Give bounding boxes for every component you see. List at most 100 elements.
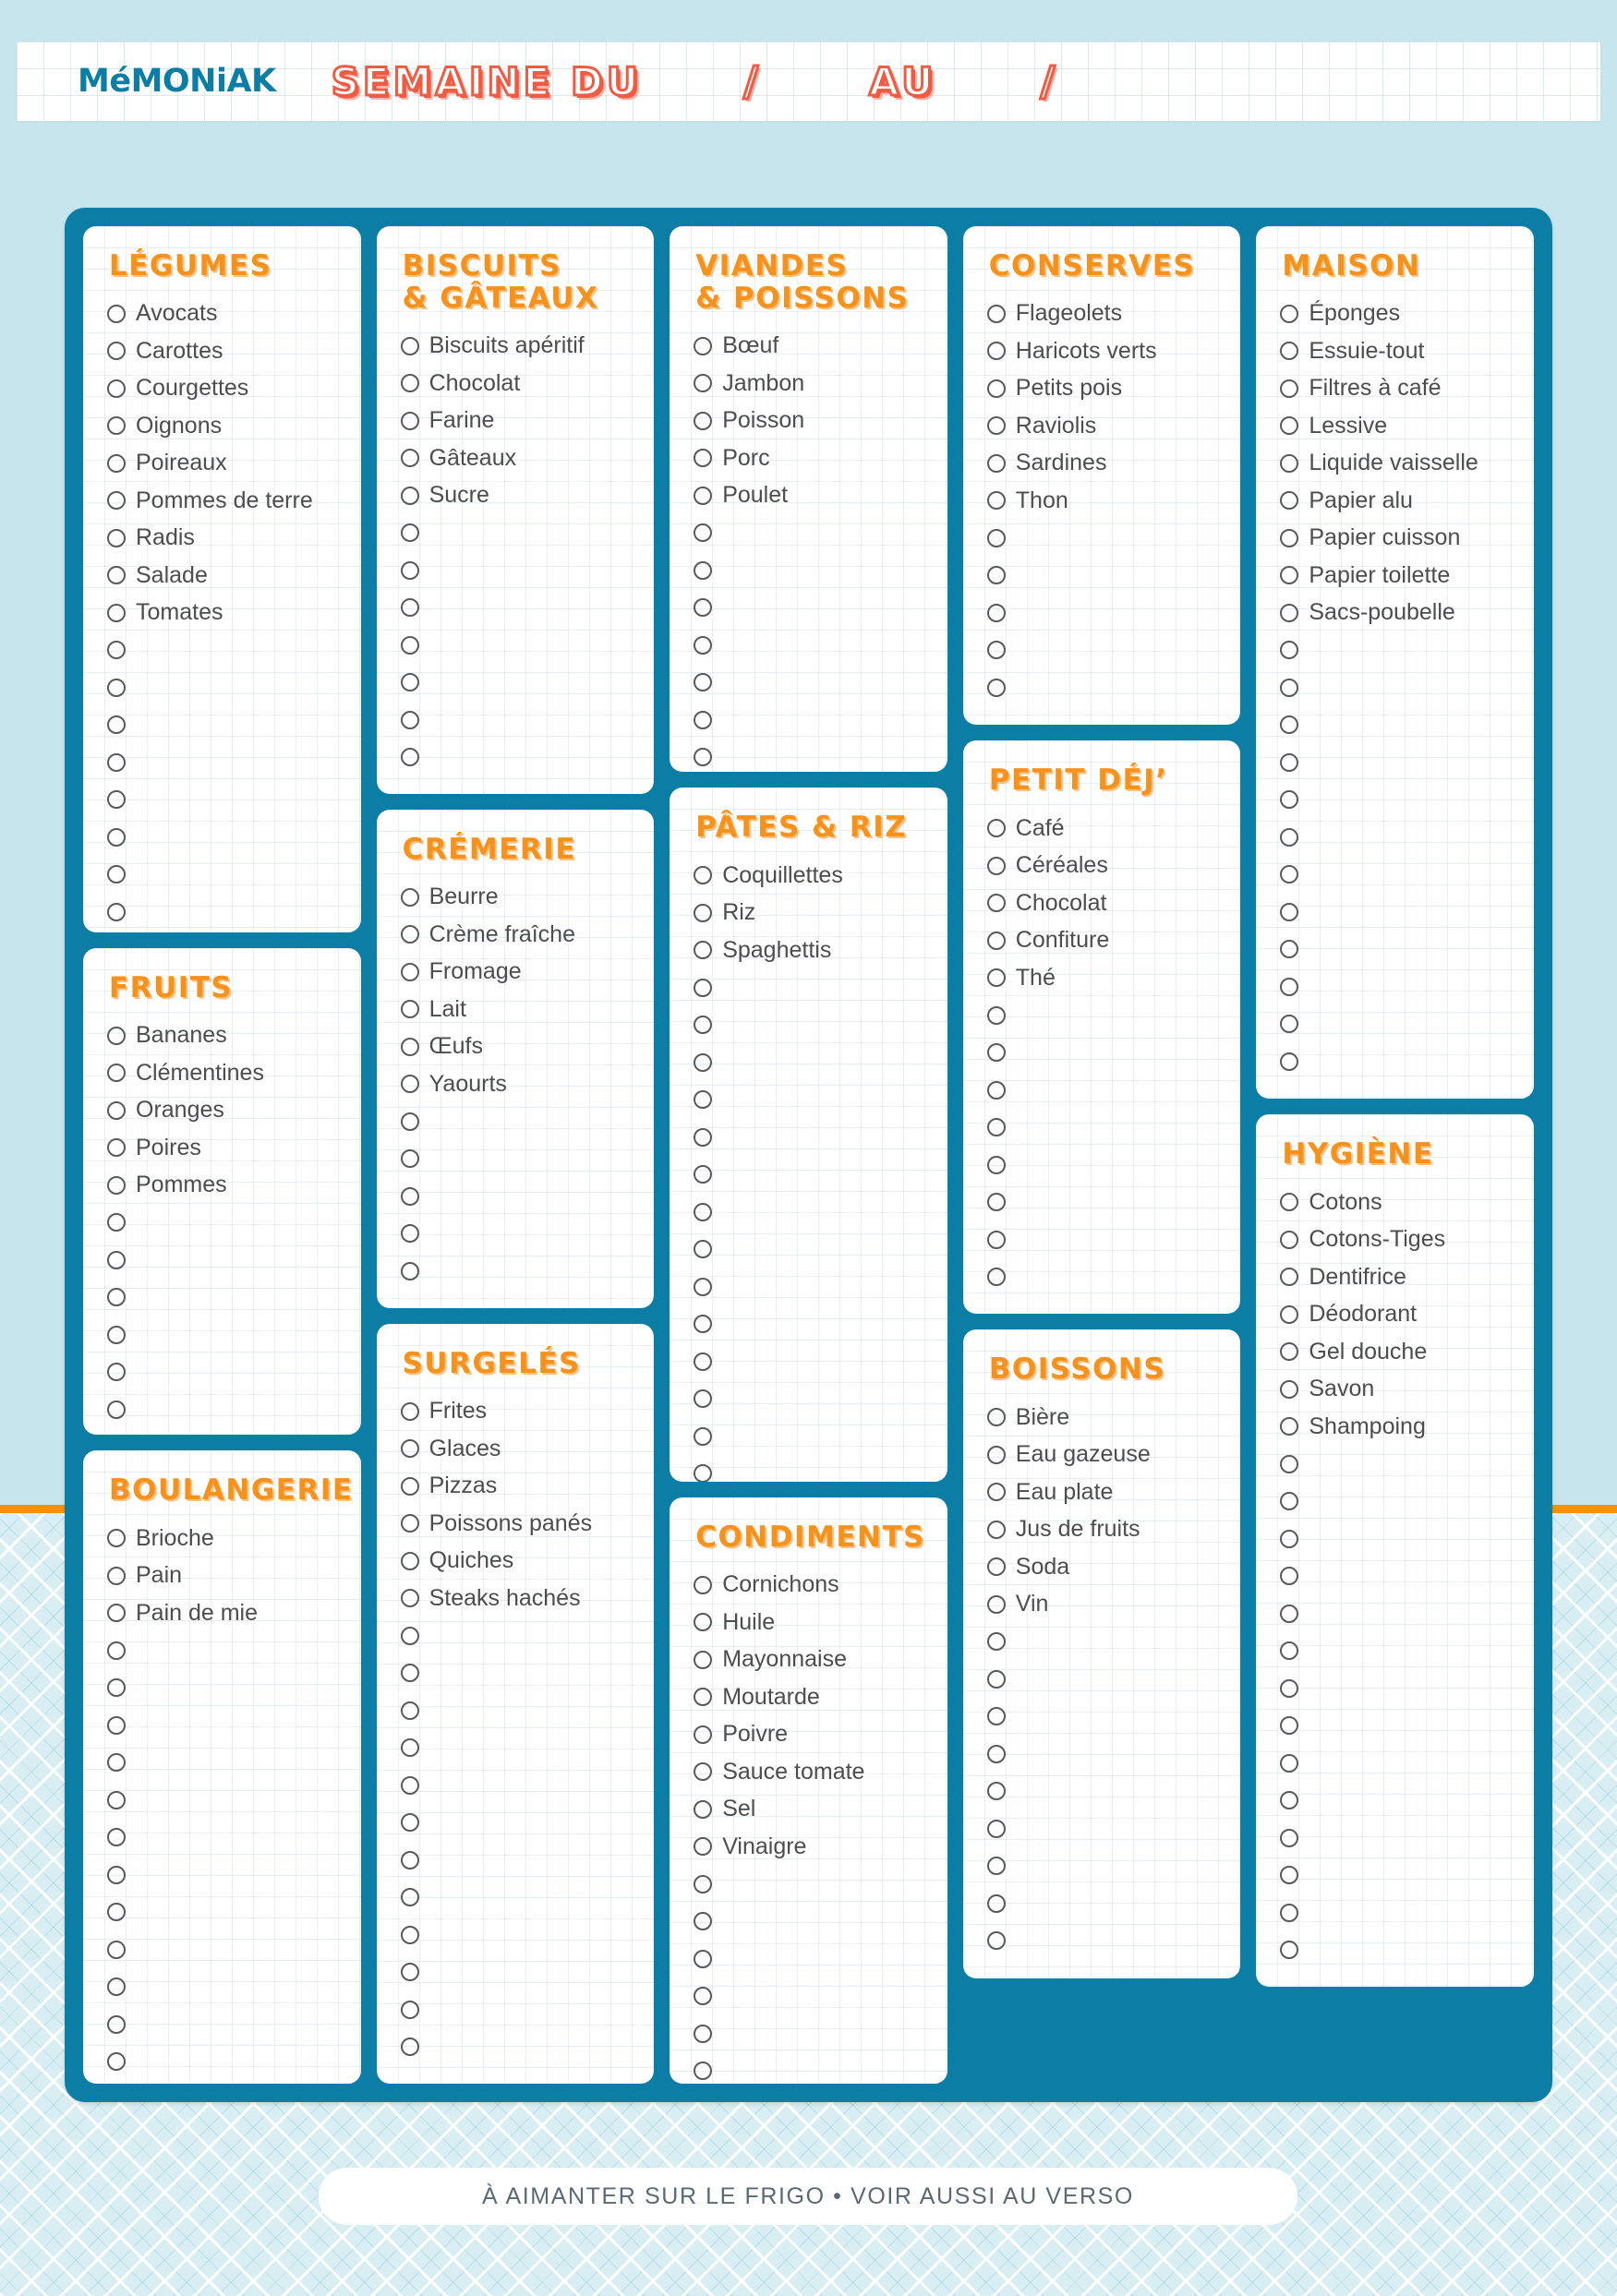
list-item[interactable]: Bière [986, 1399, 1225, 1437]
checkbox-circle-icon[interactable] [694, 748, 713, 767]
checkbox-circle-icon[interactable] [1280, 603, 1299, 622]
list-item-blank[interactable] [107, 1707, 344, 1745]
date-slash-2[interactable]: / [1039, 56, 1056, 106]
list-item-blank[interactable] [1280, 1931, 1517, 1969]
checkbox-circle-icon[interactable] [107, 2052, 126, 2072]
checkbox-circle-icon[interactable] [986, 304, 1006, 323]
checkbox-circle-icon[interactable] [400, 1476, 419, 1496]
list-item-blank[interactable] [107, 1931, 344, 1969]
list-item-blank[interactable] [400, 1917, 638, 1954]
list-item-blank[interactable] [694, 739, 931, 772]
list-item-blank[interactable] [986, 1736, 1225, 1773]
checkbox-circle-icon[interactable] [986, 1080, 1006, 1100]
checkbox-circle-icon[interactable] [1280, 453, 1299, 473]
checkbox-circle-icon[interactable] [1280, 1866, 1299, 1885]
list-item[interactable]: Huile [694, 1604, 931, 1641]
checkbox-circle-icon[interactable] [986, 1594, 1006, 1614]
list-item[interactable]: Avocats [107, 295, 344, 333]
checkbox-circle-icon[interactable] [694, 1090, 713, 1109]
list-item-blank[interactable] [694, 664, 931, 702]
list-item[interactable]: Gel douche [1280, 1333, 1517, 1371]
checkbox-circle-icon[interactable] [400, 1186, 419, 1206]
checkbox-circle-icon[interactable] [400, 1888, 419, 1907]
checkbox-circle-icon[interactable] [1280, 342, 1299, 361]
checkbox-circle-icon[interactable] [986, 566, 1006, 585]
list-item-blank[interactable] [107, 1316, 344, 1353]
checkbox-circle-icon[interactable] [986, 1669, 1006, 1689]
list-item-blank[interactable] [107, 744, 344, 782]
checkbox-circle-icon[interactable] [400, 1439, 419, 1459]
checkbox-circle-icon[interactable] [694, 978, 713, 997]
checkbox-circle-icon[interactable] [400, 2038, 419, 2057]
checkbox-circle-icon[interactable] [107, 1865, 126, 1884]
checkbox-circle-icon[interactable] [1280, 1828, 1299, 1847]
list-item[interactable]: Shampoing [1280, 1408, 1517, 1446]
list-item-blank[interactable] [1280, 1707, 1517, 1745]
checkbox-circle-icon[interactable] [400, 962, 419, 981]
list-item-blank[interactable] [986, 1885, 1225, 1923]
list-item-blank[interactable] [400, 1103, 638, 1141]
checkbox-circle-icon[interactable] [694, 1949, 713, 1968]
list-item-blank[interactable] [107, 819, 344, 857]
list-item[interactable]: Gâteaux [400, 439, 638, 477]
list-item-blank[interactable] [694, 1193, 931, 1231]
checkbox-circle-icon[interactable] [986, 1043, 1006, 1063]
list-item[interactable]: Steaks hachés [400, 1580, 638, 1617]
list-item-blank[interactable] [694, 701, 931, 739]
checkbox-circle-icon[interactable] [400, 1701, 419, 1720]
checkbox-circle-icon[interactable] [694, 1127, 713, 1147]
list-item[interactable]: Papier alu [1280, 482, 1517, 520]
list-item[interactable]: Cotons-Tiges [1280, 1220, 1517, 1258]
checkbox-circle-icon[interactable] [694, 523, 713, 543]
checkbox-circle-icon[interactable] [986, 1520, 1006, 1539]
list-item[interactable]: Carottes [107, 332, 344, 370]
list-item-blank[interactable] [694, 1940, 931, 1977]
checkbox-circle-icon[interactable] [400, 1401, 419, 1421]
checkbox-circle-icon[interactable] [986, 1707, 1006, 1726]
list-item-blank[interactable] [107, 706, 344, 744]
list-item[interactable]: Radis [107, 520, 344, 558]
list-item-blank[interactable] [107, 2043, 344, 2081]
list-item[interactable]: Sacs-poubelle [1280, 595, 1517, 632]
list-item-blank[interactable] [400, 1953, 638, 1991]
list-item-blank[interactable] [1280, 1782, 1517, 1820]
checkbox-circle-icon[interactable] [694, 1837, 713, 1857]
checkbox-circle-icon[interactable] [1280, 1716, 1299, 1736]
checkbox-circle-icon[interactable] [1280, 902, 1299, 921]
list-item[interactable]: Sel [694, 1790, 931, 1828]
checkbox-circle-icon[interactable] [986, 1193, 1006, 1212]
checkbox-circle-icon[interactable] [400, 1850, 419, 1869]
list-item-blank[interactable] [107, 1279, 344, 1316]
list-item[interactable]: Bananes [107, 1016, 344, 1054]
list-item-blank[interactable] [1280, 744, 1517, 782]
checkbox-circle-icon[interactable] [1280, 1604, 1299, 1623]
list-item-blank[interactable] [1280, 1043, 1517, 1081]
list-item[interactable]: Coquillettes [694, 857, 931, 895]
checkbox-circle-icon[interactable] [107, 453, 126, 473]
list-item[interactable]: Crème fraîche [400, 916, 638, 954]
checkbox-circle-icon[interactable] [694, 336, 713, 355]
checkbox-circle-icon[interactable] [694, 1240, 713, 1258]
checkbox-circle-icon[interactable] [400, 1775, 419, 1795]
list-item-blank[interactable] [1280, 1857, 1517, 1894]
checkbox-circle-icon[interactable] [400, 598, 419, 618]
list-item-blank[interactable] [1280, 1445, 1517, 1483]
checkbox-circle-icon[interactable] [1280, 865, 1299, 884]
list-item-blank[interactable] [1280, 706, 1517, 744]
checkbox-circle-icon[interactable] [1280, 1342, 1299, 1362]
list-item-blank[interactable] [107, 1819, 344, 1857]
checkbox-circle-icon[interactable] [986, 1230, 1006, 1249]
checkbox-circle-icon[interactable] [986, 1268, 1006, 1287]
list-item[interactable]: Jambon [694, 365, 931, 403]
list-item-blank[interactable] [400, 551, 638, 589]
list-item[interactable]: Poires [107, 1129, 344, 1167]
list-item[interactable]: Beurre [400, 879, 638, 917]
checkbox-circle-icon[interactable] [400, 1738, 419, 1758]
checkbox-circle-icon[interactable] [1280, 1753, 1299, 1773]
checkbox-circle-icon[interactable] [1280, 827, 1299, 847]
list-item-blank[interactable] [400, 1842, 638, 1880]
checkbox-circle-icon[interactable] [107, 678, 126, 697]
list-item[interactable]: Riz [694, 894, 931, 932]
list-item[interactable]: Fromage [400, 954, 638, 992]
list-item-blank[interactable] [986, 1258, 1225, 1296]
